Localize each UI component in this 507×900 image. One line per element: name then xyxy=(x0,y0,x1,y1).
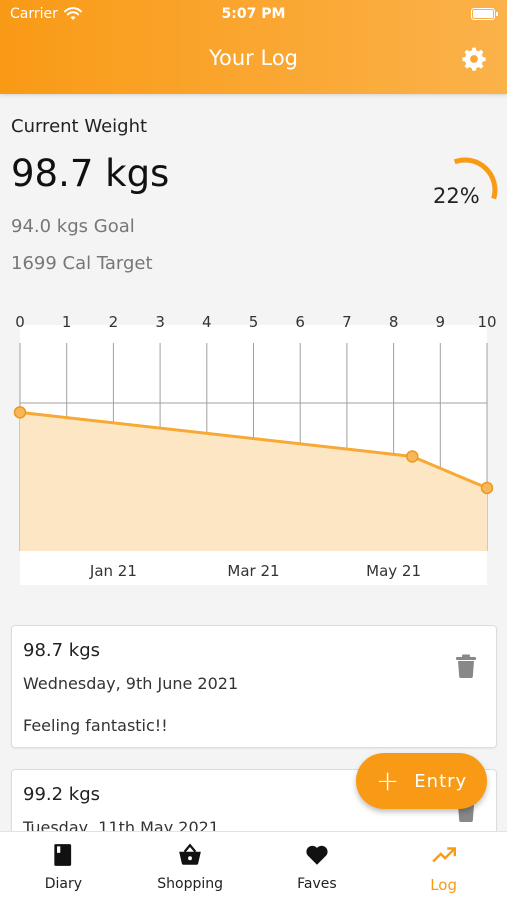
basket-icon xyxy=(179,843,201,865)
add-entry-button[interactable]: + Entry xyxy=(356,753,487,809)
trending-up-icon xyxy=(431,847,456,863)
weight-chart: 0 1 2 3 4 5 6 7 8 9 10 Jan 21 Mar 21 May 21 xyxy=(13,313,497,585)
entry-note: Feeling fantastic!! xyxy=(23,716,168,735)
chart-point xyxy=(480,481,494,495)
chart-tick-label: 10 xyxy=(477,313,496,331)
tab-diary[interactable]: Diary xyxy=(0,832,127,900)
chart-tick-label: 9 xyxy=(436,313,446,331)
app-header: Carrier 5:07 PM Your Log xyxy=(0,0,507,94)
status-bar: Carrier 5:07 PM xyxy=(0,0,507,30)
entry-card[interactable]: 98.7 kgs Wednesday, 9th June 2021 Feelin… xyxy=(11,625,497,748)
chart-tick-label: 7 xyxy=(342,313,352,331)
heart-icon xyxy=(306,845,328,865)
tab-faves[interactable]: Faves xyxy=(254,832,381,900)
chart-tick-label: 5 xyxy=(249,313,259,331)
calorie-target: 1699 Cal Target xyxy=(11,253,153,274)
chart-point xyxy=(406,450,419,463)
chart-tick-label: Mar 21 xyxy=(227,562,279,580)
plus-icon: + xyxy=(375,764,401,797)
chart-tick-label: 0 xyxy=(15,313,25,331)
entry-weight: 99.2 kgs xyxy=(23,784,101,805)
trash-icon[interactable] xyxy=(456,654,476,678)
chart-tick-label: Jan 21 xyxy=(89,562,137,580)
book-icon xyxy=(54,844,72,866)
page-title: Your Log xyxy=(208,46,298,70)
entry-weight: 98.7 kgs xyxy=(23,640,101,661)
gear-icon[interactable] xyxy=(461,46,487,72)
tab-label: Shopping xyxy=(157,876,223,892)
current-weight-value: 98.7 kgs xyxy=(11,152,170,195)
add-entry-label: Entry xyxy=(414,770,468,792)
chart-tick-label: 1 xyxy=(62,313,72,331)
entry-date: Wednesday, 9th June 2021 xyxy=(23,674,239,693)
goal-weight: 94.0 kgs Goal xyxy=(11,216,135,237)
status-time: 5:07 PM xyxy=(221,6,286,22)
chart-tick-label: 2 xyxy=(109,313,119,331)
tab-bar: Diary Shopping Faves Log xyxy=(0,831,507,900)
tab-label: Faves xyxy=(297,876,337,892)
chart-tick-label: 4 xyxy=(202,313,212,331)
chart-point xyxy=(13,406,27,419)
tab-label: Diary xyxy=(44,876,83,892)
tab-shopping[interactable]: Shopping xyxy=(127,832,254,900)
chart-tick-label: 6 xyxy=(295,313,305,331)
tab-label: Log xyxy=(430,876,458,894)
progress-percent: 22% xyxy=(433,184,480,208)
chart-tick-label: 3 xyxy=(155,313,165,331)
chart-tick-label: May 21 xyxy=(366,562,421,580)
chart-tick-label: 8 xyxy=(389,313,399,331)
battery-icon xyxy=(471,8,498,20)
tab-log[interactable]: Log xyxy=(380,832,507,900)
current-weight-label: Current Weight xyxy=(11,116,148,137)
